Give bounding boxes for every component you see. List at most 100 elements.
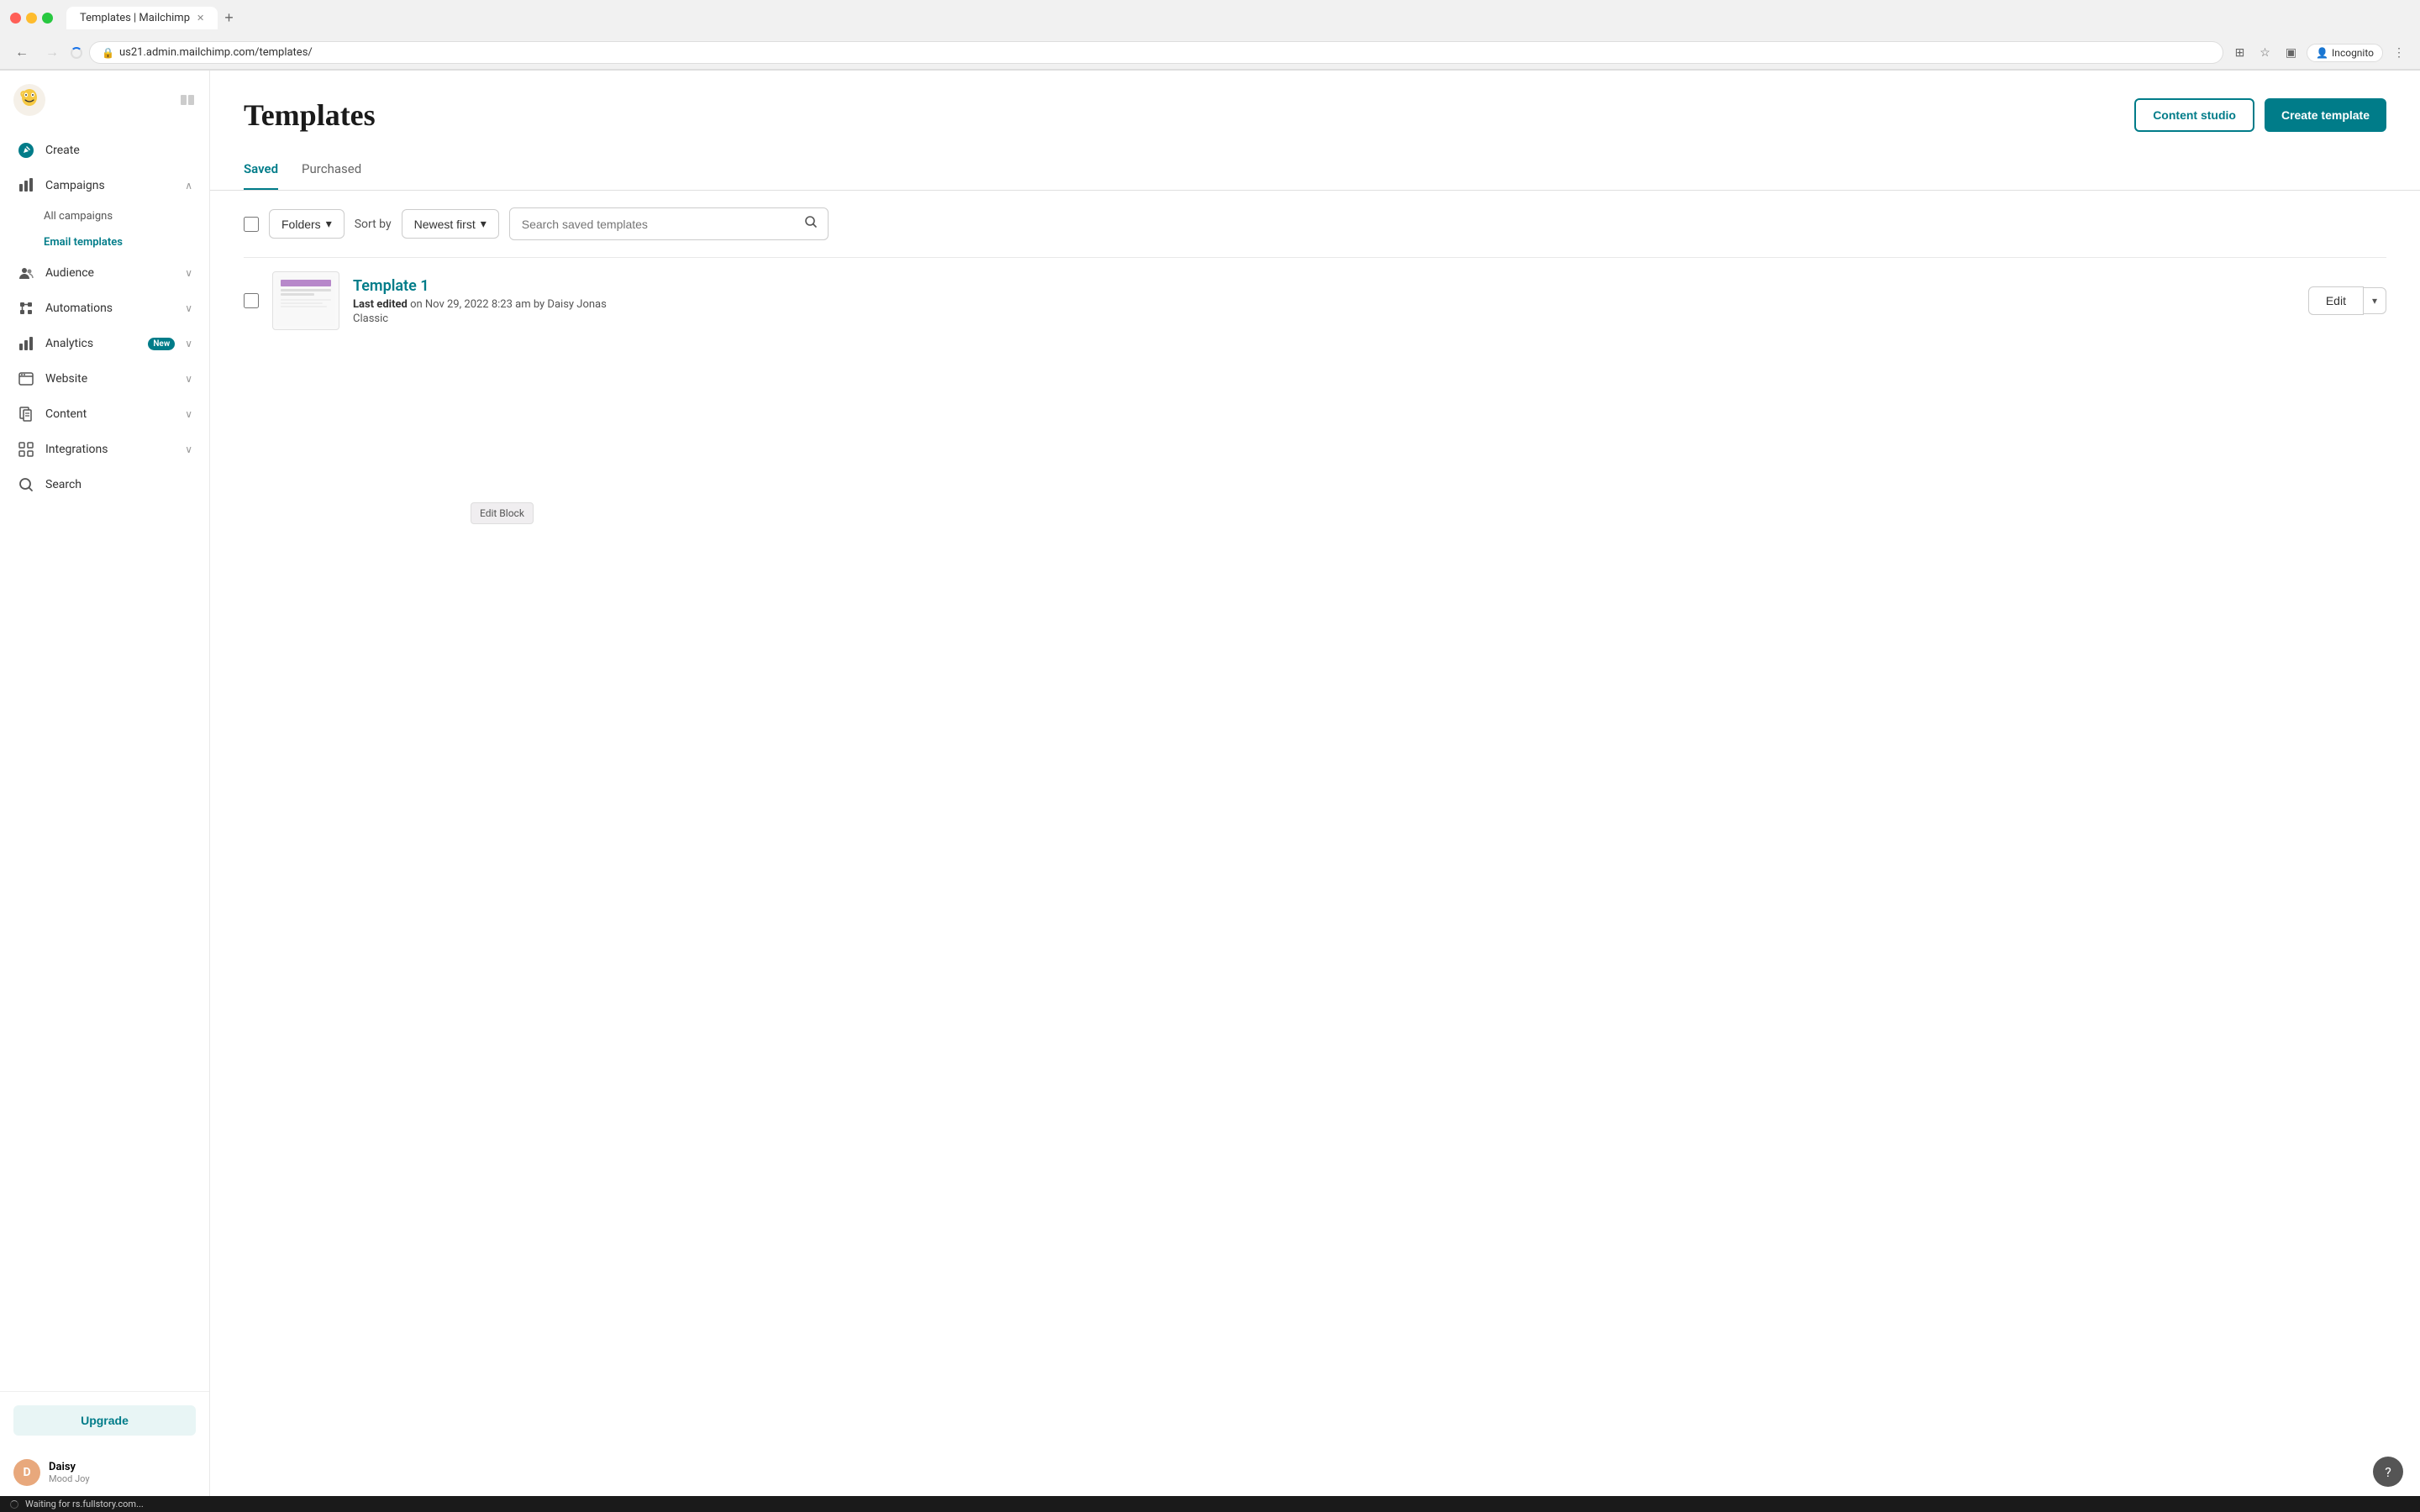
forward-button[interactable]: → bbox=[40, 42, 64, 64]
last-edited-label: Last edited bbox=[353, 298, 408, 311]
sidebar-item-analytics[interactable]: Analytics New ∨ bbox=[3, 326, 206, 361]
template-name[interactable]: Template 1 bbox=[353, 277, 2295, 295]
folders-chevron-icon: ▾ bbox=[326, 217, 332, 231]
tab-saved[interactable]: Saved bbox=[244, 150, 278, 190]
sidebar-button[interactable]: ▣ bbox=[2281, 42, 2302, 63]
user-info[interactable]: D Daisy Mood Joy bbox=[0, 1449, 209, 1496]
create-template-button[interactable]: Create template bbox=[2265, 98, 2386, 132]
sidebar: Create Campaigns ∧ All campaigns Email t… bbox=[0, 71, 210, 1496]
browser-tab[interactable]: Templates | Mailchimp ✕ bbox=[66, 7, 218, 29]
back-button[interactable]: ← bbox=[10, 42, 34, 64]
new-tab-button[interactable]: + bbox=[218, 9, 240, 27]
sidebar-item-create[interactable]: Create bbox=[3, 133, 206, 168]
sort-dropdown[interactable]: Newest first ▾ bbox=[402, 209, 499, 239]
sidebar-subitem-all-campaigns[interactable]: All campaigns bbox=[0, 203, 209, 229]
select-all-checkbox[interactable] bbox=[244, 217, 259, 232]
audience-arrow-icon: ∨ bbox=[185, 267, 192, 279]
template-actions: Edit ▾ bbox=[2308, 286, 2386, 315]
template-checkbox[interactable] bbox=[244, 293, 259, 308]
template-info: Template 1 Last edited on Nov 29, 2022 8… bbox=[353, 277, 2295, 325]
logo bbox=[13, 84, 45, 119]
sidebar-bottom: Upgrade bbox=[0, 1391, 209, 1449]
status-spinner bbox=[10, 1500, 18, 1509]
folders-dropdown[interactable]: Folders ▾ bbox=[269, 209, 345, 239]
automations-icon bbox=[17, 299, 35, 318]
user-status: Mood Joy bbox=[49, 1473, 90, 1484]
user-icon: 👤 bbox=[2316, 47, 2328, 59]
tab-close-icon[interactable]: ✕ bbox=[197, 13, 204, 24]
edit-chevron-icon: ▾ bbox=[2372, 295, 2377, 307]
edit-button[interactable]: Edit bbox=[2308, 286, 2364, 315]
search-input[interactable] bbox=[510, 211, 794, 238]
sidebar-toggle-button[interactable] bbox=[179, 92, 196, 113]
integrations-icon bbox=[17, 440, 35, 459]
main-content: Templates Content studio Create template… bbox=[210, 71, 2420, 1496]
last-edited-detail: on Nov 29, 2022 8:23 am by Daisy Jonas bbox=[410, 298, 607, 311]
tab-title: Templates | Mailchimp bbox=[80, 12, 190, 24]
minimize-window-button[interactable] bbox=[26, 13, 37, 24]
address-bar[interactable]: 🔒 us21.admin.mailchimp.com/templates/ bbox=[89, 41, 2223, 64]
sidebar-item-integrations[interactable]: Integrations ∨ bbox=[3, 432, 206, 467]
address-text: us21.admin.mailchimp.com/templates/ bbox=[119, 46, 313, 59]
upgrade-button[interactable]: Upgrade bbox=[13, 1405, 196, 1436]
user-name: Daisy bbox=[49, 1461, 90, 1473]
template-list: Template 1 Last edited on Nov 29, 2022 8… bbox=[210, 257, 2420, 344]
tab-bar: Templates | Mailchimp ✕ + bbox=[66, 7, 2410, 29]
sort-chevron-icon: ▾ bbox=[481, 217, 487, 231]
sidebar-subitem-email-templates[interactable]: Email templates bbox=[0, 229, 209, 255]
sidebar-item-create-label: Create bbox=[45, 144, 192, 157]
content-arrow-icon: ∨ bbox=[185, 408, 192, 420]
sidebar-item-audience[interactable]: Audience ∨ bbox=[3, 255, 206, 291]
automations-arrow-icon: ∨ bbox=[185, 302, 192, 314]
sidebar-item-search[interactable]: Search bbox=[3, 467, 206, 502]
sidebar-item-content[interactable]: Content ∨ bbox=[3, 396, 206, 432]
main-header: Templates Content studio Create template bbox=[210, 71, 2420, 150]
sidebar-item-campaigns[interactable]: Campaigns ∧ bbox=[3, 168, 206, 203]
sidebar-item-website-label: Website bbox=[45, 372, 175, 386]
maximize-window-button[interactable] bbox=[42, 13, 53, 24]
sidebar-item-content-label: Content bbox=[45, 407, 175, 421]
app: Create Campaigns ∧ All campaigns Email t… bbox=[0, 71, 2420, 1496]
sort-value: Newest first bbox=[414, 218, 476, 231]
bookmark-button[interactable]: ☆ bbox=[2254, 42, 2275, 63]
edit-dropdown-button[interactable]: ▾ bbox=[2364, 287, 2386, 314]
help-button[interactable]: ? bbox=[2373, 1457, 2403, 1487]
cast-button[interactable]: ⊞ bbox=[2230, 42, 2250, 63]
analytics-badge: New bbox=[148, 338, 175, 350]
sidebar-item-automations[interactable]: Automations ∨ bbox=[3, 291, 206, 326]
sidebar-item-campaigns-label: Campaigns bbox=[45, 179, 175, 192]
pencil-icon bbox=[17, 141, 35, 160]
analytics-icon bbox=[17, 334, 35, 353]
campaigns-arrow-icon: ∧ bbox=[185, 180, 192, 192]
search-icon bbox=[17, 475, 35, 494]
search-submit-button[interactable] bbox=[794, 208, 828, 239]
search-box bbox=[509, 207, 829, 240]
header-actions: Content studio Create template bbox=[2134, 98, 2386, 132]
folders-label: Folders bbox=[281, 218, 321, 231]
loading-spinner bbox=[71, 47, 82, 59]
website-icon bbox=[17, 370, 35, 388]
traffic-lights bbox=[10, 13, 53, 24]
close-window-button[interactable] bbox=[10, 13, 21, 24]
audience-icon bbox=[17, 264, 35, 282]
incognito-badge: 👤 Incognito bbox=[2307, 44, 2383, 62]
content-studio-button[interactable]: Content studio bbox=[2134, 98, 2254, 132]
lock-icon: 🔒 bbox=[102, 47, 114, 59]
sort-by-label: Sort by bbox=[355, 218, 392, 231]
table-row: Template 1 Last edited on Nov 29, 2022 8… bbox=[244, 257, 2386, 344]
sidebar-item-website[interactable]: Website ∨ bbox=[3, 361, 206, 396]
campaigns-icon bbox=[17, 176, 35, 195]
sidebar-item-audience-label: Audience bbox=[45, 266, 175, 280]
analytics-arrow-icon: ∨ bbox=[185, 338, 192, 349]
website-arrow-icon: ∨ bbox=[185, 373, 192, 385]
sidebar-item-automations-label: Automations bbox=[45, 302, 175, 315]
tab-purchased[interactable]: Purchased bbox=[302, 150, 361, 190]
template-thumbnail bbox=[272, 271, 339, 330]
sidebar-item-search-label: Search bbox=[45, 478, 192, 491]
nav-actions: ⊞ ☆ ▣ 👤 Incognito ⋮ bbox=[2230, 42, 2410, 63]
template-type: Classic bbox=[353, 312, 2295, 325]
incognito-label: Incognito bbox=[2332, 47, 2374, 59]
toolbar: Folders ▾ Sort by Newest first ▾ bbox=[210, 191, 2420, 257]
menu-button[interactable]: ⋮ bbox=[2388, 42, 2410, 63]
user-details: Daisy Mood Joy bbox=[49, 1461, 90, 1484]
